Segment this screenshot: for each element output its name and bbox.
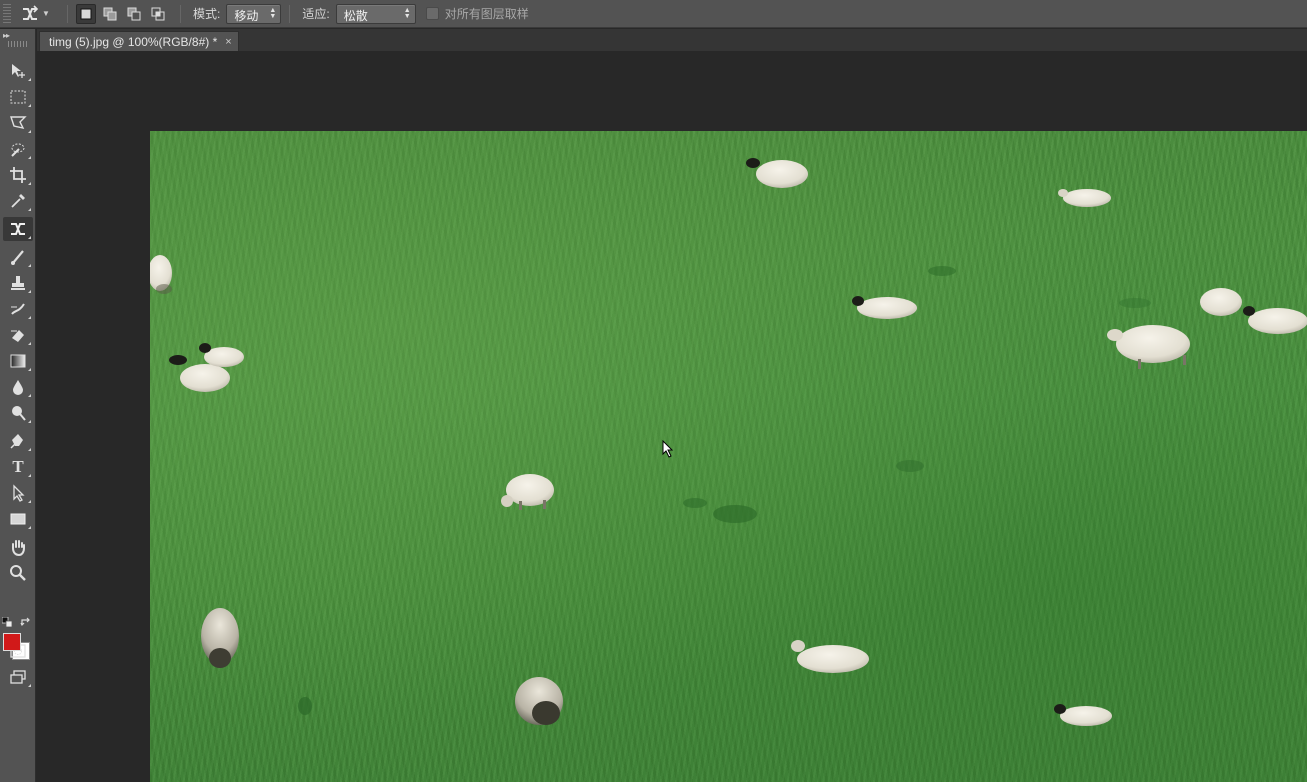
collapse-toolbar-icon[interactable]: ▸▸: [0, 29, 35, 41]
close-icon[interactable]: ×: [225, 36, 231, 48]
chevron-down-icon: ▼: [42, 9, 50, 18]
options-bar-grip[interactable]: [3, 3, 11, 24]
path-selection-icon: [13, 484, 25, 502]
brush-icon: [11, 250, 24, 265]
move-icon: [12, 64, 25, 78]
history-brush-icon: [11, 303, 25, 315]
type-tool[interactable]: T: [3, 455, 33, 479]
subtract-from-selection-button[interactable]: [124, 4, 144, 24]
type-icon: T: [12, 457, 24, 476]
zoom-icon: [10, 565, 26, 581]
document-image[interactable]: [150, 131, 1307, 782]
document-tab[interactable]: timg (5).jpg @ 100%(RGB/8#) * ×: [39, 31, 239, 51]
sample-all-layers-checkbox[interactable]: [425, 7, 439, 20]
rect-marquee-icon: [10, 90, 26, 104]
blur-tool[interactable]: [3, 375, 33, 399]
sheep-field-photo: [150, 158, 1307, 726]
gradient-icon: [10, 354, 26, 368]
quick-selection-icon: [11, 143, 25, 157]
zoom-tool[interactable]: [3, 561, 33, 585]
subtract-selection-icon: [127, 7, 141, 20]
history-brush-tool[interactable]: [3, 297, 33, 321]
swap-colors-icon[interactable]: [20, 617, 32, 627]
pen-tool[interactable]: [3, 429, 33, 453]
mode-select-value: 移动: [234, 8, 259, 23]
add-to-selection-button[interactable]: [100, 4, 120, 24]
tool-preset-picker[interactable]: ▼: [21, 4, 59, 23]
options-bar: ▼ 模式: 移动 ▲ ▼ 适应: 松散 ▲ ▼ 对所有图层取样: [0, 0, 1307, 28]
new-selection-button[interactable]: [76, 3, 96, 24]
hand-icon: [12, 540, 25, 556]
marquee-tool[interactable]: [3, 85, 33, 109]
default-colors-icon[interactable]: [2, 617, 13, 627]
brush-tool[interactable]: [3, 245, 33, 269]
mode-select[interactable]: 移动 ▲ ▼: [226, 3, 282, 24]
dodge-tool[interactable]: [3, 401, 33, 425]
gradient-tool[interactable]: [3, 349, 33, 373]
eraser-tool[interactable]: [3, 323, 33, 347]
mouse-pointer-icon: [662, 440, 674, 458]
screen-mode-icon: [10, 670, 26, 684]
adapt-select-value: 松散: [343, 8, 368, 23]
path-selection-tool[interactable]: [3, 481, 33, 505]
clone-stamp-tool[interactable]: [3, 271, 33, 295]
divider: [180, 4, 181, 23]
tools-panel: ▸▸ T: [0, 29, 36, 782]
crop-tool[interactable]: [3, 163, 33, 187]
intersect-selection-button[interactable]: [148, 4, 168, 24]
document-tab-title: timg (5).jpg @ 100%(RGB/8#) *: [49, 34, 218, 49]
quick-selection-tool[interactable]: [3, 137, 33, 161]
content-aware-move-icon: [11, 223, 25, 235]
eyedropper-icon: [11, 194, 25, 208]
hand-tool[interactable]: [3, 535, 33, 559]
divider: [289, 4, 291, 23]
crop-icon: [10, 167, 26, 183]
toolbar-grip[interactable]: [8, 41, 27, 47]
mode-label: 模式:: [193, 7, 221, 21]
document-tab-bar: timg (5).jpg @ 100%(RGB/8#) * ×: [37, 29, 1307, 51]
move-tool[interactable]: [3, 59, 33, 83]
eraser-icon: [11, 330, 24, 342]
lasso-tool[interactable]: [3, 111, 33, 135]
polygonal-lasso-icon: [10, 116, 27, 130]
dodge-icon: [12, 406, 26, 421]
select-arrows-icon: ▲ ▼: [269, 6, 277, 20]
divider: [67, 4, 68, 23]
screen-mode-button[interactable]: [3, 665, 33, 689]
new-selection-icon: [80, 8, 92, 19]
rectangle-tool[interactable]: [3, 507, 33, 531]
add-selection-icon: [103, 7, 117, 20]
pen-icon: [10, 434, 23, 449]
sample-all-layers-label: 对所有图层取样: [444, 7, 529, 21]
adapt-label: 适应:: [302, 7, 330, 21]
content-aware-move-icon: [23, 4, 39, 20]
canvas-area[interactable]: [37, 51, 1307, 782]
drop-icon: [13, 380, 23, 395]
foreground-color-swatch[interactable]: [3, 633, 21, 651]
eyedropper-tool[interactable]: [3, 189, 33, 213]
intersect-selection-icon: [151, 7, 165, 20]
photoshop-window: ▼ 模式: 移动 ▲ ▼ 适应: 松散 ▲ ▼ 对所有图层取样 ▸▸ T tim…: [0, 0, 1307, 782]
select-arrows-icon: ▲ ▼: [403, 6, 411, 20]
adapt-select[interactable]: 松散 ▲ ▼: [335, 3, 416, 24]
stamp-icon: [11, 276, 25, 290]
patch-content-aware-move-tool[interactable]: [3, 217, 33, 241]
rectangle-icon: [10, 513, 26, 525]
